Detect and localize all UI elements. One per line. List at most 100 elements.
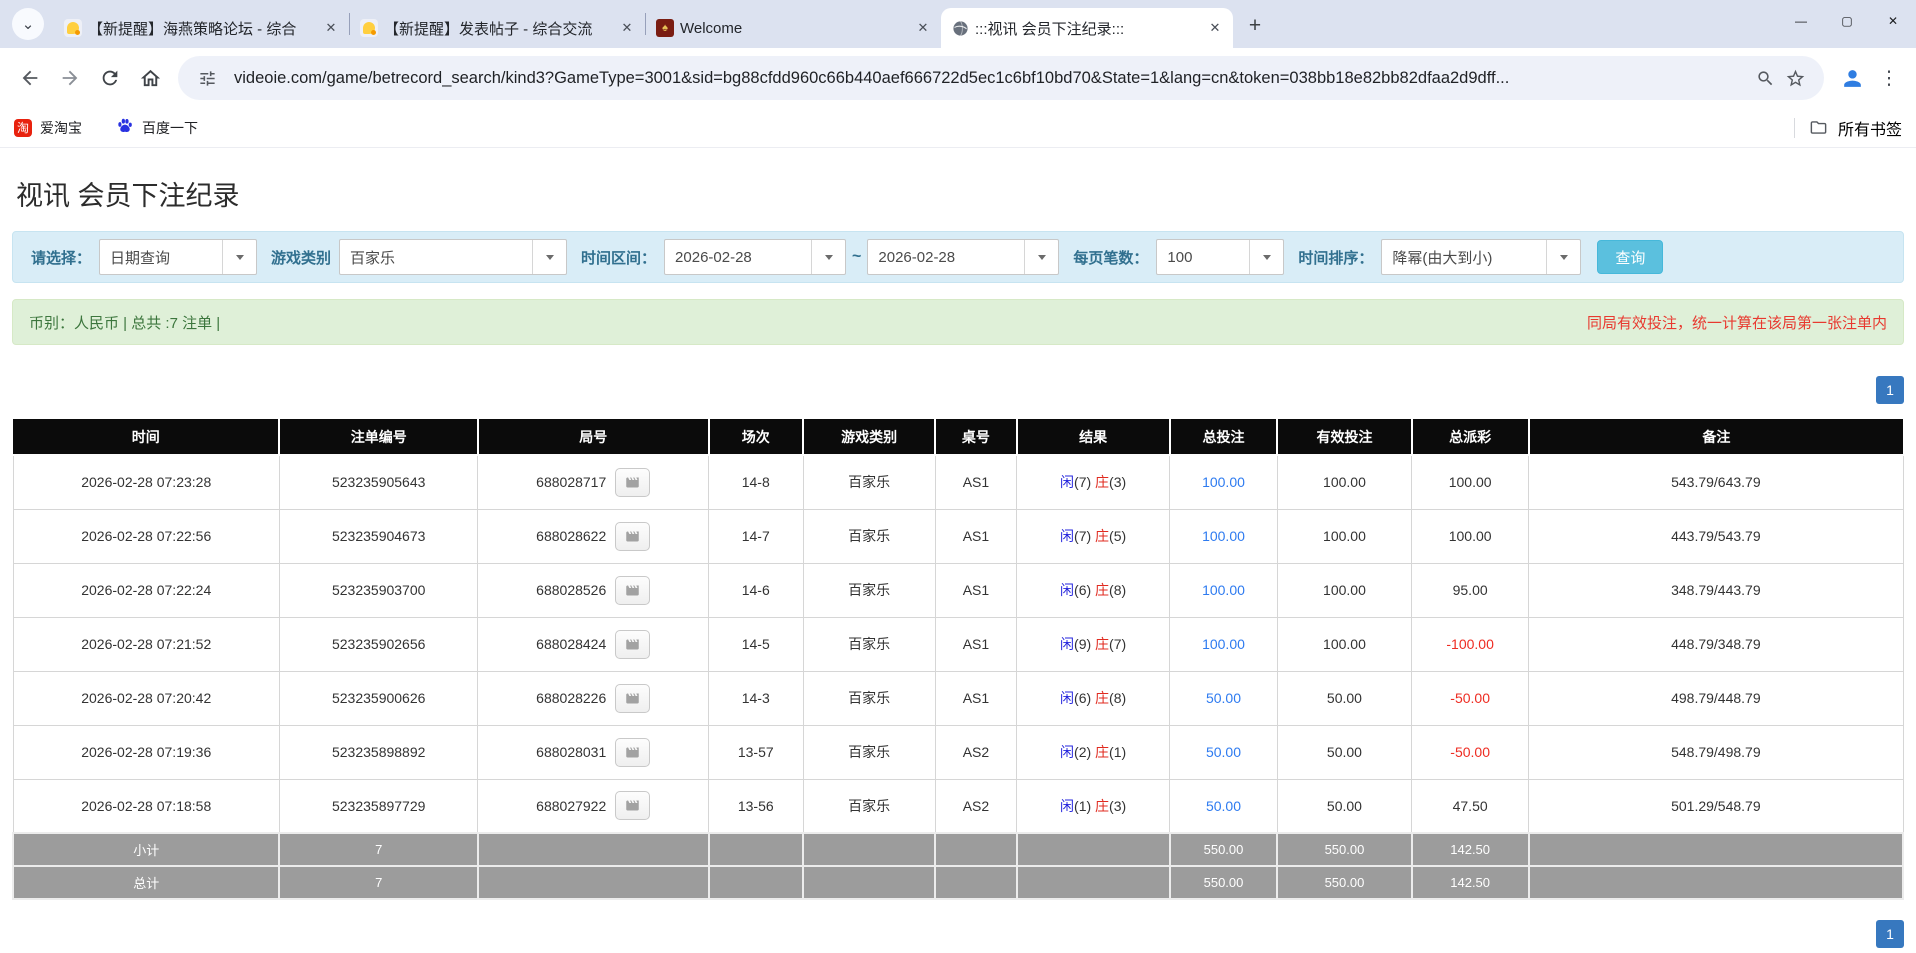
total-bet-link[interactable]: 50.00	[1206, 744, 1241, 760]
date-from-select[interactable]: 2026-02-28	[664, 239, 846, 275]
total-bet-link[interactable]: 100.00	[1202, 582, 1245, 598]
all-bookmarks[interactable]: 所有书签	[1794, 116, 1902, 140]
back-arrow-icon	[19, 67, 41, 89]
query-type-select[interactable]: 日期查询	[99, 239, 257, 275]
reload-button[interactable]	[90, 58, 130, 98]
chevron-down-icon[interactable]	[1249, 240, 1283, 274]
cell-round-no: 688028622	[478, 509, 709, 563]
col-time: 时间	[13, 419, 279, 455]
cell-table-no: AS2	[935, 779, 1016, 833]
total-bet-link[interactable]: 100.00	[1202, 636, 1245, 652]
round-number: 688028424	[536, 636, 606, 652]
window-minimize-button[interactable]: —	[1778, 0, 1824, 42]
total-bet-link[interactable]: 50.00	[1206, 690, 1241, 706]
select-type-label: 请选择：	[31, 247, 91, 268]
video-replay-button[interactable]	[615, 684, 650, 713]
window-maximize-button[interactable]: ▢	[1824, 0, 1870, 42]
search-button[interactable]: 查询	[1597, 240, 1663, 274]
player-result: 闲	[1060, 636, 1074, 652]
query-type-value: 日期查询	[100, 240, 222, 274]
film-icon	[625, 583, 640, 598]
player-result: 闲	[1060, 474, 1074, 490]
cell-game-type: 百家乐	[803, 779, 935, 833]
round-number: 688028717	[536, 474, 606, 490]
table-header-row: 时间 注单编号 局号 场次 游戏类别 桌号 结果 总投注 有效投注 总派彩 备注	[13, 419, 1903, 455]
cell-valid-bet: 100.00	[1277, 455, 1411, 509]
address-bar[interactable]: videoie.com/game/betrecord_search/kind3?…	[178, 56, 1824, 100]
cell-game-type: 百家乐	[803, 563, 935, 617]
banker-result: 庄	[1095, 582, 1109, 598]
video-replay-button[interactable]	[615, 468, 650, 497]
zoom-magnifier-icon[interactable]	[1750, 63, 1780, 93]
chevron-down-icon[interactable]	[222, 240, 256, 274]
chevron-down-icon[interactable]	[1024, 240, 1058, 274]
page-1-button[interactable]: 1	[1876, 376, 1904, 404]
bookmark-star-icon[interactable]	[1780, 63, 1810, 93]
bookmark-taobao[interactable]: 淘 爱淘宝	[14, 118, 82, 138]
forward-button[interactable]	[50, 58, 90, 98]
table-row: 2026-02-28 07:21:52523235902656688028424…	[13, 617, 1903, 671]
browser-menu-button[interactable]: ⋮	[1872, 67, 1906, 90]
game-type-select[interactable]: 百家乐	[339, 239, 567, 275]
chevron-down-icon[interactable]	[811, 240, 845, 274]
tab-search-button[interactable]: ⌄	[12, 8, 44, 40]
chevron-down-icon[interactable]	[1546, 240, 1580, 274]
tab-welcome[interactable]: ♠ Welcome ✕	[646, 8, 941, 48]
total-bet-link[interactable]: 50.00	[1206, 798, 1241, 814]
close-tab-icon[interactable]: ✕	[321, 18, 341, 38]
bookmark-baidu[interactable]: 百度一下	[116, 117, 198, 138]
cell-payout: 100.00	[1412, 455, 1529, 509]
home-button[interactable]	[130, 58, 170, 98]
page-size-select[interactable]: 100	[1156, 239, 1284, 275]
bet-records-table: 时间 注单编号 局号 场次 游戏类别 桌号 结果 总投注 有效投注 总派彩 备注…	[12, 419, 1904, 900]
close-tab-icon[interactable]: ✕	[617, 18, 637, 38]
col-remark: 备注	[1529, 419, 1903, 455]
round-number: 688028526	[536, 582, 606, 598]
cell-bet-no: 523235905643	[279, 455, 477, 509]
total-bet-link[interactable]: 100.00	[1202, 474, 1245, 490]
back-button[interactable]	[10, 58, 50, 98]
video-replay-button[interactable]	[615, 791, 650, 820]
cell-bet-no: 523235900626	[279, 671, 477, 725]
profile-avatar[interactable]	[1832, 58, 1872, 98]
total-bet-link[interactable]: 100.00	[1202, 528, 1245, 544]
banker-result: 庄	[1095, 636, 1109, 652]
cell-payout: 95.00	[1412, 563, 1529, 617]
cell-table-no: AS1	[935, 455, 1016, 509]
video-replay-button[interactable]	[615, 738, 650, 767]
film-icon	[625, 529, 640, 544]
page-1-button[interactable]: 1	[1876, 920, 1904, 948]
cell-table-no: AS1	[935, 617, 1016, 671]
cell-table-no: AS1	[935, 509, 1016, 563]
forum-favicon	[64, 19, 82, 37]
video-replay-button[interactable]	[615, 630, 650, 659]
tab-forum-1[interactable]: 【新提醒】海燕策略论坛 - 综合 ✕	[54, 8, 349, 48]
cell-round-no: 688028031	[478, 725, 709, 779]
chevron-down-icon[interactable]	[532, 240, 566, 274]
window-close-button[interactable]: ✕	[1870, 0, 1916, 42]
currency-total-text: 币别：人民币 | 总共 :7 注单 |	[29, 312, 220, 333]
time-sort-select[interactable]: 降幂(由大到小)	[1381, 239, 1581, 275]
cell-bet-no: 523235904673	[279, 509, 477, 563]
url-text[interactable]: videoie.com/game/betrecord_search/kind3?…	[234, 69, 1738, 88]
cell-session: 14-7	[709, 509, 804, 563]
date-to-select[interactable]: 2026-02-28	[867, 239, 1059, 275]
new-tab-button[interactable]: +	[1241, 12, 1269, 40]
close-tab-icon[interactable]: ✕	[1205, 18, 1225, 38]
video-replay-button[interactable]	[615, 576, 650, 605]
reload-icon	[99, 67, 121, 89]
close-tab-icon[interactable]: ✕	[913, 18, 933, 38]
bookmark-label: 爱淘宝	[40, 118, 82, 138]
cell-game-type: 百家乐	[803, 617, 935, 671]
folder-icon	[1809, 118, 1828, 137]
tab-forum-2[interactable]: 【新提醒】发表帖子 - 综合交流 ✕	[350, 8, 645, 48]
forward-arrow-icon	[59, 67, 81, 89]
game-type-label: 游戏类别	[271, 247, 331, 268]
cell-total-bet: 50.00	[1170, 725, 1278, 779]
tab-bet-records-active[interactable]: :::视讯 会员下注纪录::: ✕	[941, 8, 1233, 48]
cell-session: 14-8	[709, 455, 804, 509]
site-settings-icon[interactable]	[192, 63, 222, 93]
round-number: 688027922	[536, 798, 606, 814]
col-session: 场次	[709, 419, 804, 455]
video-replay-button[interactable]	[615, 522, 650, 551]
